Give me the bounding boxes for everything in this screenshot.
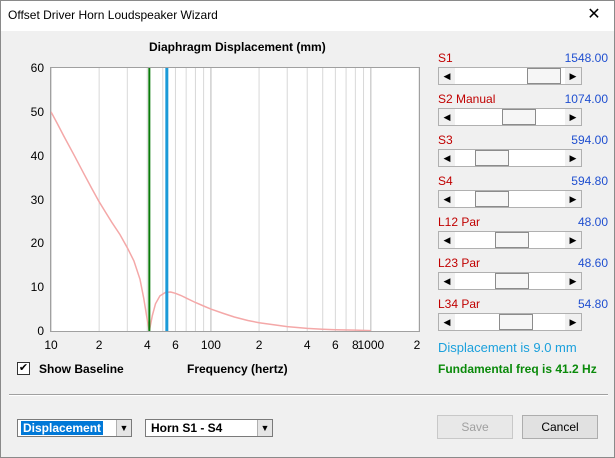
slider-label: S4 [438,174,453,188]
arrow-left-icon[interactable]: ◀ [439,314,455,330]
horn-select[interactable]: Horn S1 - S4 ▼ [145,419,273,437]
chart-title: Diaphragm Displacement (mm) [149,40,326,54]
close-icon[interactable]: ✕ [580,4,608,26]
slider-label: L12 Par [438,215,481,229]
slider-label: S1 [438,51,453,65]
slider-5: L23 Par 48.60 ◀ ▶ [438,256,608,297]
y-tick-label: 20 [30,236,44,251]
arrow-left-icon[interactable]: ◀ [439,273,455,289]
slider-thumb[interactable] [474,191,509,207]
slider-0: S1 1548.00 ◀ ▶ [438,51,608,92]
x-tick-label: 2 [255,338,263,352]
slider-scrollbar[interactable]: ◀ ▶ [438,231,582,249]
displacement-chart [50,67,420,332]
horn-value: Horn S1 - S4 [151,421,223,435]
arrow-left-icon[interactable]: ◀ [439,191,455,207]
wizard-window: Offset Driver Horn Loudspeaker Wizard ✕ … [0,0,615,458]
displacement-status: Displacement is 9.0 mm [438,340,577,355]
arrow-right-icon[interactable]: ▶ [565,68,581,84]
arrow-right-icon[interactable]: ▶ [565,191,581,207]
arrow-left-icon[interactable]: ◀ [439,68,455,84]
slider-scrollbar[interactable]: ◀ ▶ [438,190,582,208]
arrow-right-icon[interactable]: ▶ [565,273,581,289]
fundamental-status: Fundamental freq is 41.2 Hz [438,362,597,376]
slider-thumb[interactable] [494,232,529,248]
slider-label: S3 [438,133,453,147]
arrow-right-icon[interactable]: ▶ [565,232,581,248]
arrow-right-icon[interactable]: ▶ [565,109,581,125]
slider-value: 48.60 [577,256,608,270]
chart-svg [50,68,420,332]
slider-3: S4 594.80 ◀ ▶ [438,174,608,215]
slider-thumb[interactable] [527,68,562,84]
y-tick-label: 0 [37,324,44,338]
y-tick-label: 60 [30,61,44,75]
save-button[interactable]: Save [437,415,513,439]
x-tick-label: 2 [95,338,103,352]
y-tick-label: 40 [30,148,44,163]
arrow-left-icon[interactable]: ◀ [439,150,455,166]
slider-value: 54.80 [577,297,608,311]
show-baseline-label: Show Baseline [39,362,124,376]
plot-type-value: Displacement [21,421,104,435]
x-axis-label: Frequency (hertz) [187,362,288,376]
cancel-button[interactable]: Cancel [522,415,598,439]
slider-label: L34 Par [438,297,481,311]
y-tick-label: 50 [30,104,44,119]
x-tick-label: 6 [172,338,179,352]
arrow-right-icon[interactable]: ▶ [565,314,581,330]
x-tick-label: 10 [44,338,58,352]
window-title: Offset Driver Horn Loudspeaker Wizard [8,8,218,22]
separator [9,394,608,396]
arrow-left-icon[interactable]: ◀ [439,232,455,248]
x-tick-label: 100 [200,338,221,352]
slider-2: S3 594.00 ◀ ▶ [438,133,608,174]
slider-thumb[interactable] [499,314,534,330]
slider-1: S2 Manual 1074.00 ◀ ▶ [438,92,608,133]
chevron-down-icon[interactable]: ▼ [116,420,131,436]
slider-value: 594.80 [571,174,608,188]
slider-label: S2 Manual [438,92,496,106]
slider-value: 48.00 [577,215,608,229]
chevron-down-icon[interactable]: ▼ [257,420,272,436]
slider-scrollbar[interactable]: ◀ ▶ [438,272,582,290]
slider-value: 1074.00 [564,92,608,106]
slider-value: 1548.00 [564,51,608,65]
slider-scrollbar[interactable]: ◀ ▶ [438,67,582,85]
slider-4: L12 Par 48.00 ◀ ▶ [438,215,608,256]
x-tick-label: 1000 [357,338,385,352]
arrow-left-icon[interactable]: ◀ [439,109,455,125]
slider-thumb[interactable] [494,273,529,289]
slider-6: L34 Par 54.80 ◀ ▶ [438,297,608,338]
slider-scrollbar[interactable]: ◀ ▶ [438,149,582,167]
x-tick-label: 2 [413,338,421,352]
slider-value: 594.00 [571,133,608,147]
slider-thumb[interactable] [502,109,537,125]
title-bar: Offset Driver Horn Loudspeaker Wizard ✕ [1,1,614,31]
slider-thumb[interactable] [474,150,509,166]
plot-type-select[interactable]: Displacement ▼ [17,419,132,437]
y-tick-label: 10 [30,280,44,295]
arrow-right-icon[interactable]: ▶ [565,150,581,166]
slider-label: L23 Par [438,256,481,270]
slider-scrollbar[interactable]: ◀ ▶ [438,313,582,331]
slider-scrollbar[interactable]: ◀ ▶ [438,108,582,126]
y-tick-label: 30 [30,192,44,207]
show-baseline-checkbox[interactable]: ✔ [17,362,30,375]
